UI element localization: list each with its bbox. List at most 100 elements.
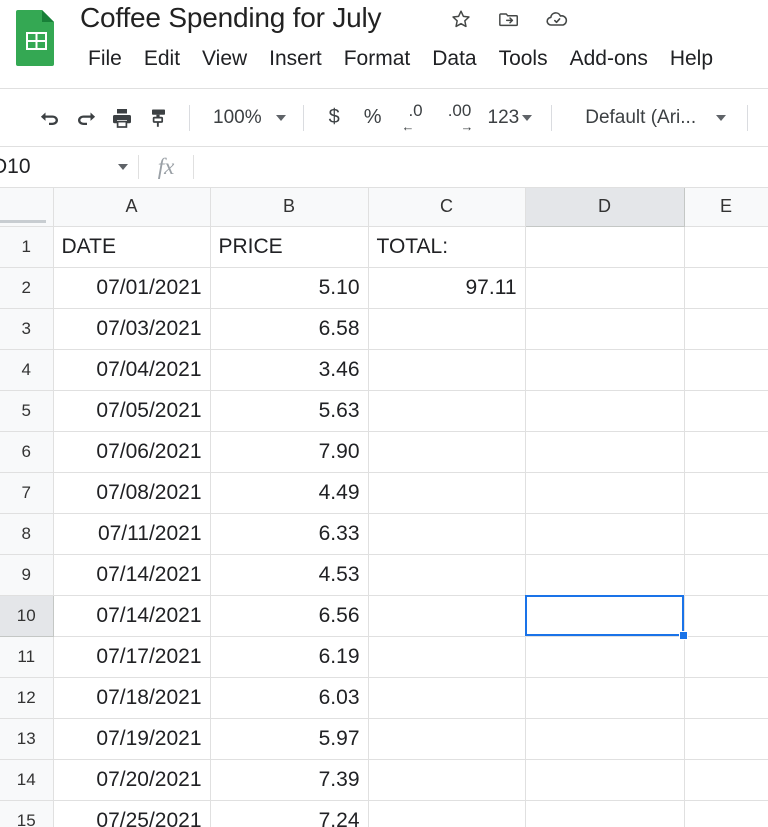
cell-C12[interactable] [368,677,525,718]
cell-E3[interactable] [684,308,768,349]
paint-format-icon[interactable] [140,100,176,136]
cell-B9[interactable]: 4.53 [210,554,368,595]
cell-B14[interactable]: 7.39 [210,759,368,800]
fill-handle[interactable] [679,631,688,640]
cell-B3[interactable]: 6.58 [210,308,368,349]
cell-A5[interactable]: 07/05/2021 [53,390,210,431]
cell-B10[interactable]: 6.56 [210,595,368,636]
cell-D2[interactable] [525,267,684,308]
cell-E9[interactable] [684,554,768,595]
font-selector[interactable]: Default (Ari... [577,103,734,133]
cell-A13[interactable]: 07/19/2021 [53,718,210,759]
cell-E15[interactable] [684,800,768,827]
cell-C1[interactable]: TOTAL: [368,226,525,267]
row-header-15[interactable]: 15 [0,800,53,827]
cell-D1[interactable] [525,226,684,267]
cell-D12[interactable] [525,677,684,718]
document-title[interactable]: Coffee Spending for July [80,2,381,34]
cell-D4[interactable] [525,349,684,390]
cell-D14[interactable] [525,759,684,800]
cell-D6[interactable] [525,431,684,472]
cell-E8[interactable] [684,513,768,554]
cell-B15[interactable]: 7.24 [210,800,368,827]
cell-B13[interactable]: 5.97 [210,718,368,759]
row-header-12[interactable]: 12 [0,677,53,718]
row-header-6[interactable]: 6 [0,431,53,472]
row-header-9[interactable]: 9 [0,554,53,595]
column-header-d[interactable]: D [525,188,684,226]
menu-item-tools[interactable]: Tools [488,45,559,73]
row-header-4[interactable]: 4 [0,349,53,390]
print-icon[interactable] [104,100,140,136]
cell-D9[interactable] [525,554,684,595]
column-header-e[interactable]: E [684,188,768,226]
cell-B6[interactable]: 7.90 [210,431,368,472]
cell-C13[interactable] [368,718,525,759]
row-header-11[interactable]: 11 [0,636,53,677]
redo-icon[interactable] [68,100,104,136]
cell-D13[interactable] [525,718,684,759]
cell-C14[interactable] [368,759,525,800]
cell-A8[interactable]: 07/11/2021 [53,513,210,554]
cell-E13[interactable] [684,718,768,759]
cell-E7[interactable] [684,472,768,513]
menu-item-format[interactable]: Format [333,45,422,73]
cell-D10[interactable] [525,595,684,636]
number-format-selector[interactable]: 123 [482,103,539,133]
cell-C15[interactable] [368,800,525,827]
cell-C3[interactable] [368,308,525,349]
cell-E12[interactable] [684,677,768,718]
cell-B8[interactable]: 6.33 [210,513,368,554]
cell-B7[interactable]: 4.49 [210,472,368,513]
cell-A4[interactable]: 07/04/2021 [53,349,210,390]
cell-C6[interactable] [368,431,525,472]
cell-D15[interactable] [525,800,684,827]
cell-E14[interactable] [684,759,768,800]
menu-item-view[interactable]: View [191,45,258,73]
cell-A1[interactable]: DATE [53,226,210,267]
column-header-b[interactable]: B [210,188,368,226]
menu-item-addons[interactable]: Add-ons [559,45,659,73]
formula-input[interactable] [194,147,768,187]
cell-B11[interactable]: 6.19 [210,636,368,677]
cell-E6[interactable] [684,431,768,472]
cell-C5[interactable] [368,390,525,431]
row-header-13[interactable]: 13 [0,718,53,759]
cell-C9[interactable] [368,554,525,595]
cell-E11[interactable] [684,636,768,677]
row-header-7[interactable]: 7 [0,472,53,513]
column-header-a[interactable]: A [53,188,210,226]
column-header-c[interactable]: C [368,188,525,226]
cell-E1[interactable] [684,226,768,267]
row-header-2[interactable]: 2 [0,267,53,308]
decrease-decimal-button[interactable]: .0 ← [394,98,438,137]
cell-B12[interactable]: 6.03 [210,677,368,718]
cell-C10[interactable] [368,595,525,636]
cell-C8[interactable] [368,513,525,554]
menu-item-file[interactable]: File [88,45,133,73]
cell-A10[interactable]: 07/14/2021 [53,595,210,636]
cell-D5[interactable] [525,390,684,431]
row-header-14[interactable]: 14 [0,759,53,800]
menu-item-insert[interactable]: Insert [258,45,333,73]
cell-A12[interactable]: 07/18/2021 [53,677,210,718]
cell-E10[interactable] [684,595,768,636]
row-header-1[interactable]: 1 [0,226,53,267]
currency-format-button[interactable]: $ [317,102,352,133]
star-icon[interactable] [448,6,474,32]
cell-C7[interactable] [368,472,525,513]
undo-icon[interactable] [32,100,68,136]
cell-D7[interactable] [525,472,684,513]
cell-A7[interactable]: 07/08/2021 [53,472,210,513]
increase-decimal-button[interactable]: .00 → [438,98,482,137]
function-icon[interactable]: fx [139,147,193,187]
menu-item-help[interactable]: Help [659,45,724,73]
row-header-3[interactable]: 3 [0,308,53,349]
name-box[interactable]: D10 [0,147,138,187]
cell-A6[interactable]: 07/06/2021 [53,431,210,472]
cell-A2[interactable]: 07/01/2021 [53,267,210,308]
cell-A15[interactable]: 07/25/2021 [53,800,210,827]
cell-A11[interactable]: 07/17/2021 [53,636,210,677]
percent-format-button[interactable]: % [352,102,394,133]
menu-item-edit[interactable]: Edit [133,45,191,73]
